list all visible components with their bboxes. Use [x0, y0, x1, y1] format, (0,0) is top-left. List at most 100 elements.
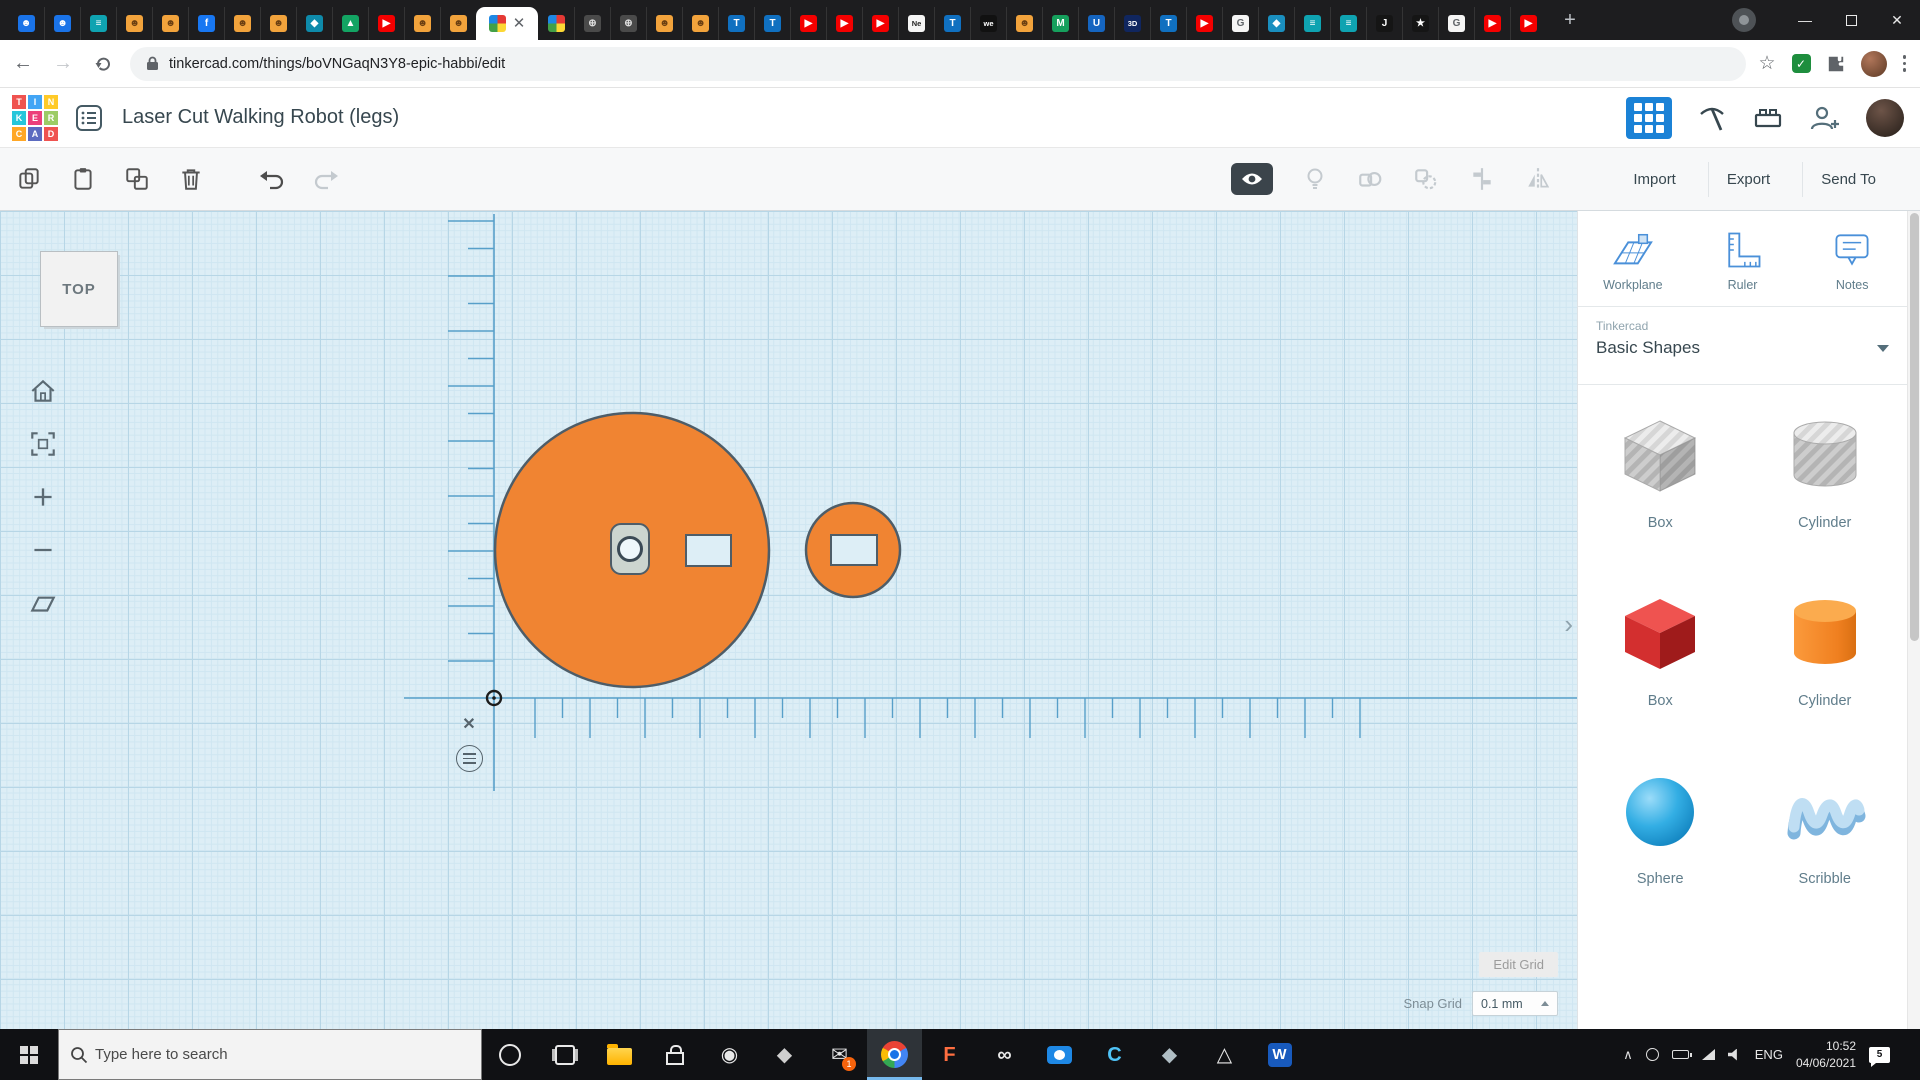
forward-button[interactable]: →	[46, 47, 80, 81]
back-button[interactable]: ←	[6, 47, 40, 81]
add-user-icon[interactable]	[1808, 102, 1842, 134]
browser-tab-teal-docs-3[interactable]: ≡	[1330, 7, 1366, 40]
browser-tab-avatar-6[interactable]: ☻	[440, 7, 476, 40]
browser-tab-youtube-2[interactable]: ▶	[790, 7, 826, 40]
taskbar-fusion-360[interactable]: F	[922, 1029, 977, 1080]
language-indicator[interactable]: ENG	[1755, 1047, 1783, 1062]
taskbar-mail[interactable]: ✉ 1	[812, 1029, 867, 1080]
browser-tab-youtube-4[interactable]: ▶	[862, 7, 898, 40]
browser-tab-ne-tab[interactable]: Ne	[898, 7, 934, 40]
browser-tab-tinkercad-4[interactable]: T	[1150, 7, 1186, 40]
browser-tab-avatar-2[interactable]: ☻	[152, 7, 188, 40]
tinkercad-logo[interactable]: TIN KER CAD	[12, 94, 58, 141]
taskbar-cortana[interactable]	[482, 1029, 537, 1080]
browser-tab-active[interactable]: ✕	[476, 7, 538, 40]
new-tab-button[interactable]: +	[1556, 6, 1584, 34]
taskbar-file-explorer[interactable]	[592, 1029, 647, 1080]
workplane-tool[interactable]: Workplane	[1578, 229, 1688, 292]
home-view-icon[interactable]	[26, 374, 60, 408]
lego-brick-icon[interactable]	[1752, 102, 1784, 134]
browser-tab-blue-profile-1[interactable]: ☻	[8, 7, 44, 40]
center-hole[interactable]	[617, 536, 643, 562]
ungroup-shapes-icon[interactable]	[1413, 166, 1439, 192]
bookmark-star-icon[interactable]: ☆	[1758, 52, 1775, 75]
browser-tab-green-m[interactable]: M	[1042, 7, 1078, 40]
browser-profile-avatar[interactable]	[1860, 50, 1887, 77]
snap-grid-select[interactable]: 0.1 mm	[1472, 991, 1558, 1016]
shape-box-red[interactable]: Box	[1614, 589, 1706, 709]
browser-tab-tinkercad-3[interactable]: T	[934, 7, 970, 40]
browser-tab-hexagon-teal[interactable]: ◆	[296, 7, 332, 40]
notification-center-icon[interactable]: 5	[1869, 1046, 1890, 1067]
taskbar-game-hub[interactable]: ◆	[757, 1029, 812, 1080]
browser-tab-globe-1[interactable]: ⊕	[574, 7, 610, 40]
browser-tab-avatar-8[interactable]: ☻	[682, 7, 718, 40]
notes-tool[interactable]: Notes	[1797, 229, 1907, 292]
browser-menu-icon[interactable]	[1902, 55, 1906, 72]
duplicate-icon[interactable]	[124, 166, 150, 192]
browser-tab-wetransfer[interactable]: we	[970, 7, 1006, 40]
start-button[interactable]	[0, 1029, 58, 1080]
user-avatar[interactable]	[1866, 98, 1904, 137]
taskbar-inkscape[interactable]: ◆	[1142, 1029, 1197, 1080]
volume-icon[interactable]	[1727, 1048, 1737, 1061]
group-shapes-icon[interactable]	[1357, 166, 1383, 192]
taskbar-recorder[interactable]: ∞	[977, 1029, 1032, 1080]
taskbar-cura[interactable]: △	[1197, 1029, 1252, 1080]
taskbar-clock[interactable]: 10:52 04/06/2021	[1796, 1038, 1856, 1070]
taskbar-capture[interactable]: C	[1087, 1029, 1142, 1080]
browser-tab-youtube-3[interactable]: ▶	[826, 7, 862, 40]
ruler-tool[interactable]: Ruler	[1688, 229, 1798, 292]
blocks-mode-button[interactable]	[1626, 96, 1672, 139]
ruler-origin[interactable]	[485, 689, 503, 707]
shape-cylinder-orange[interactable]: Cylinder	[1779, 589, 1871, 709]
browser-tab-youtube-1[interactable]: ▶	[368, 7, 404, 40]
show-hide-button[interactable]	[1231, 163, 1274, 195]
import-button[interactable]: Import	[1615, 162, 1694, 197]
undo-icon[interactable]	[258, 166, 286, 192]
paste-icon[interactable]	[70, 166, 96, 192]
view-cube[interactable]: TOP	[40, 251, 118, 327]
browser-tab-youtube-6[interactable]: ▶	[1474, 7, 1510, 40]
browser-tab-pixel-grid[interactable]	[538, 7, 574, 40]
browser-tab-google-2[interactable]: G	[1438, 7, 1474, 40]
redo-icon[interactable]	[312, 166, 340, 192]
browser-tab-tinkercad-2[interactable]: T	[754, 7, 790, 40]
taskbar-steam[interactable]: ◉	[702, 1029, 757, 1080]
refresh-button[interactable]	[86, 47, 120, 81]
browser-tab-youtube-5[interactable]: ▶	[1186, 7, 1222, 40]
zoom-in-icon[interactable]	[26, 480, 60, 514]
copy-icon[interactable]	[16, 166, 42, 192]
shape-cylinder-striped[interactable]: Cylinder	[1779, 411, 1871, 531]
browser-tab-avatar-4[interactable]: ☻	[260, 7, 296, 40]
minimize-button[interactable]: —	[1782, 0, 1828, 40]
tray-clock-icon[interactable]	[1645, 1048, 1659, 1061]
center-nut-shape[interactable]	[610, 523, 650, 575]
large-disc-slot[interactable]	[685, 534, 732, 567]
panel-collapse-handle[interactable]: ›	[1564, 609, 1573, 640]
tray-expand-icon[interactable]: ∧	[1623, 1047, 1633, 1063]
browser-tab-teal-docs-1[interactable]: ≡	[80, 7, 116, 40]
properties-list-icon[interactable]	[74, 103, 104, 133]
browser-tab-u-blue[interactable]: U	[1078, 7, 1114, 40]
lightbulb-icon[interactable]	[1303, 166, 1327, 192]
url-field[interactable]: tinkercad.com/things/boVNGaqN3Y8-epic-ha…	[130, 46, 1747, 81]
browser-tab-green-triangle[interactable]: ▲	[332, 7, 368, 40]
send-to-button[interactable]: Send To	[1802, 161, 1894, 197]
browser-tab-avatar-9[interactable]: ☻	[1006, 7, 1042, 40]
shape-scribble[interactable]: Scribble	[1779, 767, 1871, 887]
delete-icon[interactable]	[178, 166, 204, 192]
browser-tab-youtube-7[interactable]: ▶	[1510, 7, 1546, 40]
network-icon[interactable]	[1701, 1049, 1715, 1060]
taskbar-task-view[interactable]	[537, 1029, 592, 1080]
browser-tab-avatar-1[interactable]: ☻	[116, 7, 152, 40]
small-disc-shape[interactable]	[804, 501, 902, 599]
taskbar-search[interactable]: Type here to search	[58, 1029, 482, 1080]
shape-sphere[interactable]: Sphere	[1614, 767, 1706, 887]
zoom-out-icon[interactable]	[26, 533, 60, 567]
browser-tab-tinkercad-1[interactable]: T	[718, 7, 754, 40]
browser-tab-threed-tab[interactable]: 3D	[1114, 7, 1150, 40]
small-disc-slot[interactable]	[830, 534, 878, 566]
browser-tab-globe-2[interactable]: ⊕	[610, 7, 646, 40]
design-title[interactable]: Laser Cut Walking Robot (legs)	[122, 106, 399, 129]
